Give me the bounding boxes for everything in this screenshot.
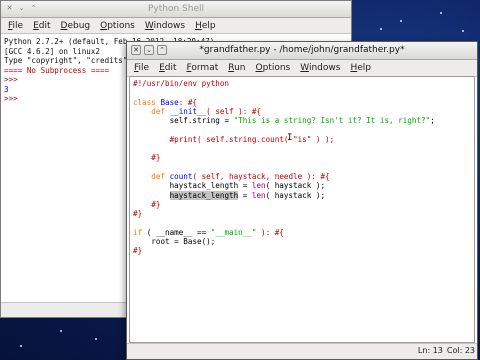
code-line: def count( self, haystack, needle ): #{ xyxy=(133,172,435,181)
editor-menu-options[interactable]: Options xyxy=(256,63,291,73)
star xyxy=(60,330,62,332)
code-text-segment: ( haystack ); xyxy=(265,181,326,191)
code-text: #!/usr/bin/env python class Base: #{ def… xyxy=(133,79,435,256)
code-line: #} xyxy=(133,153,435,162)
comment: #} xyxy=(133,209,143,219)
builtin: len xyxy=(251,181,266,191)
code-text-segment: = xyxy=(238,190,252,200)
function-name: count xyxy=(169,171,193,181)
column-number: Col: 23 xyxy=(446,346,475,355)
code-text-segment: ( self ): #{ xyxy=(206,106,262,116)
keyword: def xyxy=(151,171,166,181)
code-line: root = Base(); xyxy=(133,237,435,246)
string-literal: "This is a string? Isn't it? It is, righ… xyxy=(233,116,431,126)
code-line: haystack_length = len( haystack ); xyxy=(133,190,435,200)
shell-menu-help[interactable]: Help xyxy=(195,21,216,31)
code-line: class Base: #{ xyxy=(133,98,435,107)
editor-menu-format[interactable]: Format xyxy=(187,63,219,73)
code-line: #print( self.string.count( "is" ) ); xyxy=(133,135,435,144)
comment: #} xyxy=(133,246,143,256)
keyword: def xyxy=(151,106,166,116)
code-line: if ( __name__ == "__main__" ): #{ xyxy=(133,228,435,237)
shell-menu-file[interactable]: File xyxy=(8,21,23,31)
function-name: __init__ xyxy=(169,106,207,116)
builtin: len xyxy=(251,190,266,200)
star xyxy=(400,20,402,22)
code-editor[interactable]: #!/usr/bin/env python class Base: #{ def… xyxy=(129,76,475,343)
keyword: if xyxy=(133,227,143,237)
code-text-segment: ( __name__ == xyxy=(142,227,211,237)
code-text-segment: haystack_length = xyxy=(169,181,252,191)
shell-titlebar[interactable]: ✕ ⌄ ⌃ Python Shell xyxy=(1,1,351,18)
keyword: class xyxy=(133,97,156,107)
shell-menu-edit[interactable]: Edit xyxy=(33,21,50,31)
comment: #} xyxy=(151,153,161,163)
code-line: self.string = "This is a string? Isn't i… xyxy=(133,116,435,125)
editor-titlebar[interactable]: ✕ ⌄ ⌃ *grandfather.py - /home/john/grand… xyxy=(127,42,477,60)
code-text-segment: root = Base(); xyxy=(151,237,216,247)
shell-menu-options[interactable]: Options xyxy=(100,21,135,31)
comment: #} xyxy=(151,199,161,209)
star xyxy=(20,345,22,347)
editor-menu-help[interactable]: Help xyxy=(350,63,371,73)
code-text-segment: ( self, haystack, needle ): #{ xyxy=(192,171,330,181)
code-line: #} xyxy=(133,246,435,255)
code-text-segment: : #{ xyxy=(178,97,198,107)
editor-statusbar: Ln: 13 Col: 23 xyxy=(127,343,477,359)
line-number: Ln: 13 xyxy=(417,346,443,355)
shell-menubar: File Edit Debug Options Windows Help xyxy=(1,18,351,34)
code-text-segment: self.string = xyxy=(169,116,234,126)
code-text-segment: ( haystack ); xyxy=(265,190,326,200)
shell-menu-debug[interactable]: Debug xyxy=(61,21,91,31)
editor-window-title: *grandfather.py - /home/john/grandfather… xyxy=(199,45,405,55)
shell-menu-windows[interactable]: Windows xyxy=(145,21,185,31)
code-line: #!/usr/bin/env python xyxy=(133,79,230,88)
code-line: #} xyxy=(133,200,435,209)
star xyxy=(380,28,382,30)
star xyxy=(440,12,442,14)
shell-window-title: Python Shell xyxy=(147,4,204,14)
editor-menubar: File Edit Format Run Options Windows Hel… xyxy=(127,60,477,77)
cursor-position: Ln: 13 Col: 23 xyxy=(418,346,475,355)
editor-window[interactable]: ✕ ⌄ ⌃ *grandfather.py - /home/john/grand… xyxy=(126,41,478,360)
code-text-segment: ): #{ xyxy=(256,227,284,237)
star xyxy=(95,338,97,340)
editor-menu-windows[interactable]: Windows xyxy=(300,63,340,73)
code-line: def __init__( self ): #{ xyxy=(133,107,435,116)
code-line: #} xyxy=(133,209,435,218)
class-name: Base xyxy=(160,97,179,107)
editor-menu-run[interactable]: Run xyxy=(228,63,245,73)
string-literal: "__main__" xyxy=(210,227,257,237)
star xyxy=(462,30,464,32)
code-line: haystack_length = len( haystack ); xyxy=(133,181,435,190)
text-cursor-icon: I xyxy=(287,133,293,143)
code-text-segment: ; xyxy=(430,116,435,126)
editor-menu-edit[interactable]: Edit xyxy=(159,63,176,73)
comment: #print( self.string.count( "is" ) ); xyxy=(169,134,335,144)
selected-text: haystack_length xyxy=(169,190,239,200)
editor-menu-file[interactable]: File xyxy=(134,63,149,73)
